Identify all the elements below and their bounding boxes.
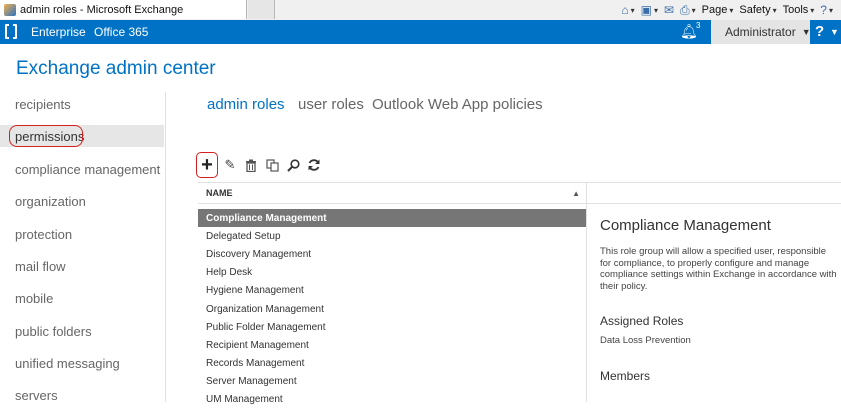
list-item[interactable]: Delegated Setup: [198, 227, 586, 245]
list-item[interactable]: Hygiene Management: [198, 282, 586, 300]
safety-menu[interactable]: Safety ▾: [739, 4, 776, 16]
browser-tab-bar: admin roles - Microsoft Exchange ⌂ ▾ ▣ ▾ ✉…: [0, 0, 841, 21]
add-icon: +: [201, 153, 213, 176]
printer-icon: ⎙: [680, 2, 690, 17]
chevron-down-icon: ▾: [828, 5, 833, 15]
browser-help-button[interactable]: ? ▾: [820, 3, 833, 17]
copy-button[interactable]: [262, 155, 282, 175]
refresh-icon: [308, 159, 320, 171]
mail-icon: ✉: [663, 3, 675, 17]
nav-item-recipients[interactable]: recipients: [0, 93, 164, 115]
chevron-down-icon: ▾: [772, 5, 777, 15]
chevron-down-icon: ▾: [630, 5, 635, 15]
chevron-down-icon: ▼: [801, 27, 811, 37]
tab-owa-policies[interactable]: Outlook Web App policies: [372, 96, 543, 113]
app-title: Exchange admin center: [16, 58, 216, 79]
detail-header: [586, 182, 841, 204]
nav-item-compliance-management[interactable]: compliance management: [0, 158, 164, 180]
user-name: Administrator: [725, 25, 796, 39]
safety-menu-label: Safety: [739, 4, 771, 16]
edit-icon: ✎: [224, 157, 236, 172]
chevron-down-icon: ▾: [653, 5, 658, 15]
delete-icon: [246, 159, 256, 172]
left-navigation: recipients permissions compliance manage…: [0, 92, 166, 403]
chevron-down-icon: ▾: [810, 5, 815, 15]
toolbar: + ✎: [196, 150, 325, 180]
rss-icon: ▣: [640, 3, 652, 17]
tools-menu-label: Tools: [782, 4, 809, 16]
list-item[interactable]: Records Management: [198, 355, 586, 373]
help-button[interactable]: ?: [815, 23, 824, 40]
nav-item-protection[interactable]: protection: [0, 223, 164, 245]
list-item[interactable]: Organization Management: [198, 300, 586, 318]
tools-menu[interactable]: Tools ▾: [783, 4, 815, 16]
list-item[interactable]: Help Desk: [198, 264, 586, 282]
suite-bar: Enterprise Office 365 🔔︎ 3 Administrator…: [0, 20, 841, 44]
list-item[interactable]: Server Management: [198, 373, 586, 391]
refresh-button[interactable]: [304, 155, 324, 175]
search-icon: [286, 158, 300, 172]
exchange-favicon-icon: [4, 3, 16, 16]
list-item[interactable]: Recipient Management: [198, 336, 586, 354]
browser-command-bar: ⌂ ▾ ▣ ▾ ✉ ⎙ ▾ Page ▾ Safety ▾ Tools ▾ ? ▾: [621, 0, 833, 20]
search-button[interactable]: [283, 155, 303, 175]
chevron-down-icon[interactable]: ▼: [830, 27, 839, 37]
browser-tab-title: admin roles - Microsoft Exchange: [20, 3, 184, 16]
nav-item-public-folders[interactable]: public folders: [0, 320, 164, 342]
help-circle-icon: ?: [820, 3, 827, 17]
notification-count: 3: [696, 21, 701, 30]
office-logo-icon[interactable]: [5, 24, 17, 39]
copy-icon: [265, 158, 279, 172]
members-heading: Members: [600, 369, 651, 383]
list-item[interactable]: Public Folder Management: [198, 318, 586, 336]
assigned-roles-heading: Assigned Roles: [600, 314, 684, 328]
list-header-name[interactable]: NAME ▲: [198, 182, 586, 204]
tab-admin-roles[interactable]: admin roles: [207, 96, 285, 113]
nav-item-permissions[interactable]: permissions: [0, 125, 164, 147]
add-button[interactable]: +: [196, 152, 218, 178]
assigned-roles-value: Data Loss Prevention: [600, 335, 691, 346]
new-tab-button[interactable]: [248, 0, 275, 19]
user-menu[interactable]: Administrator ▼: [711, 20, 811, 44]
detail-title: Compliance Management: [600, 217, 771, 234]
list-item[interactable]: Discovery Management: [198, 245, 586, 263]
browser-tab[interactable]: admin roles - Microsoft Exchange: [0, 0, 247, 19]
list-item[interactable]: UM Management: [198, 391, 586, 409]
list-item[interactable]: Compliance Management: [198, 209, 586, 228]
role-group-list: Compliance Management Delegated Setup Di…: [198, 209, 586, 409]
chevron-down-icon: ▾: [691, 5, 696, 15]
nav-item-organization[interactable]: organization: [0, 190, 164, 212]
highlight-circle: [9, 125, 83, 147]
print-button[interactable]: ⎙ ▾: [680, 3, 696, 18]
mail-button[interactable]: ✉: [664, 3, 674, 17]
nav-item-mobile[interactable]: mobile: [0, 287, 164, 309]
page-menu-label: Page: [701, 4, 728, 16]
page-menu[interactable]: Page ▾: [702, 4, 734, 16]
office365-link[interactable]: Office 365: [94, 25, 148, 39]
home-icon: ⌂: [621, 3, 629, 17]
enterprise-link[interactable]: Enterprise: [31, 25, 86, 39]
edit-button[interactable]: ✎: [220, 155, 240, 175]
nav-item-servers[interactable]: servers: [0, 384, 164, 406]
sort-ascending-icon: ▲: [572, 189, 580, 198]
delete-button[interactable]: [241, 155, 261, 175]
detail-description: This role group will allow a specified u…: [600, 246, 837, 292]
tab-user-roles[interactable]: user roles: [298, 96, 364, 113]
detail-divider: [586, 204, 587, 402]
chevron-down-icon: ▾: [729, 5, 734, 15]
home-button[interactable]: ⌂ ▾: [621, 3, 634, 17]
nav-item-mail-flow[interactable]: mail flow: [0, 255, 164, 277]
feeds-button[interactable]: ▣ ▾: [641, 3, 658, 17]
column-name-label: NAME: [206, 188, 233, 198]
nav-item-unified-messaging[interactable]: unified messaging: [0, 352, 164, 374]
